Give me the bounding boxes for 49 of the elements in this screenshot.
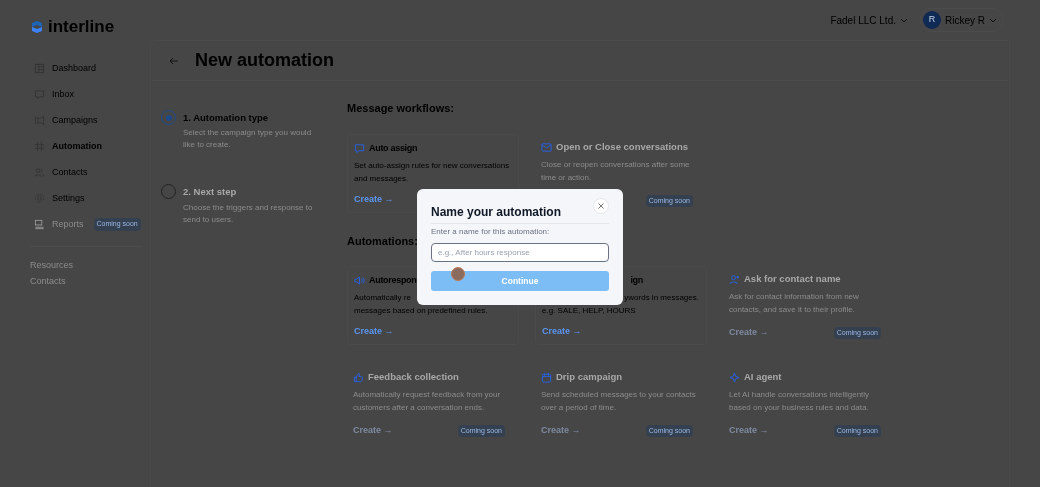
logo-icon bbox=[30, 19, 44, 34]
chevron-down-icon bbox=[989, 16, 997, 24]
card-description: Automatically request feedback from your bbox=[353, 389, 502, 401]
card-title: Autorespon bbox=[369, 273, 417, 287]
chat-bubble-icon bbox=[354, 143, 365, 154]
calendar-icon bbox=[541, 372, 552, 383]
create-link[interactable]: Create → bbox=[729, 424, 769, 438]
card-title: Drip campaign bbox=[556, 370, 622, 385]
sidebar-link[interactable]: Resources bbox=[30, 258, 150, 272]
card-title: Ask for contact name bbox=[744, 272, 841, 287]
card-title: Auto assign bbox=[369, 141, 418, 155]
create-link[interactable]: Create → bbox=[354, 325, 394, 339]
sidebar-item[interactable]: Dashboard bbox=[34, 61, 97, 76]
section-heading: Message workflows: bbox=[347, 101, 454, 115]
field-label: Enter a name for this automation: bbox=[431, 226, 551, 238]
card-title: AI agent bbox=[744, 370, 782, 385]
brand-name: interline bbox=[48, 16, 115, 38]
close-icon[interactable] bbox=[593, 198, 609, 214]
name-input-field[interactable]: e.g., After hours response bbox=[431, 243, 609, 262]
sidebar-item[interactable]: Automation bbox=[34, 139, 102, 154]
dialog-title: Name your automation bbox=[431, 204, 562, 221]
create-link[interactable]: Create → bbox=[729, 326, 769, 340]
section-heading: Automations: bbox=[347, 234, 418, 248]
create-link[interactable]: Create → bbox=[353, 424, 393, 438]
page-title: New automation bbox=[195, 49, 334, 72]
step-title: 1. Automation type bbox=[183, 111, 270, 125]
sidebar-link[interactable]: Contacts bbox=[30, 275, 150, 289]
card-title: Open or Close conversations bbox=[556, 140, 688, 155]
sidebar-item[interactable]: Contacts bbox=[34, 165, 88, 180]
card-title: Feedback collection bbox=[368, 370, 459, 385]
sidebar-item[interactable]: Campaigns bbox=[34, 113, 98, 128]
create-link[interactable]: Create → bbox=[354, 193, 394, 207]
card-title: ign bbox=[629, 273, 643, 287]
sparkle-icon bbox=[729, 372, 740, 383]
speaker-icon bbox=[354, 275, 365, 286]
sidebar-item[interactable]: Settings bbox=[34, 191, 85, 206]
card-description: Let AI handle conversations intelligently bbox=[729, 389, 871, 401]
create-link[interactable]: Create → bbox=[542, 325, 582, 339]
envelope-icon bbox=[541, 142, 552, 153]
card-description: customers after a conversation ends. bbox=[353, 402, 486, 414]
add-person-icon bbox=[729, 274, 740, 285]
step-title: 2. Next step bbox=[183, 185, 238, 200]
user-avatar: R bbox=[923, 11, 941, 29]
sidebar-item[interactable]: Inbox bbox=[34, 87, 75, 102]
report-icon bbox=[34, 219, 45, 230]
create-link[interactable]: Create → bbox=[541, 424, 581, 438]
chevron-down-icon bbox=[900, 16, 908, 24]
thumbs-up-icon bbox=[353, 372, 364, 383]
organization-selector[interactable]: Fadel LLC Ltd. bbox=[830, 12, 908, 28]
